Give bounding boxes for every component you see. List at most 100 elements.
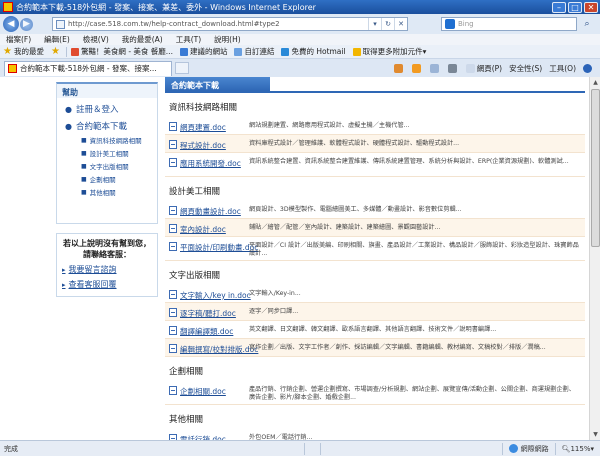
doc-file-name[interactable]: 程式設計.doc [180,140,226,151]
menu-favorites[interactable]: 我的最愛(A) [122,34,163,45]
word-doc-icon [169,290,177,299]
contract-row: 編輯撰寫/校對排版.doc 寫作企劃／出版、文字工作者／創作、採訪編輯／文字編輯、… [165,339,585,357]
mail-button[interactable] [429,63,441,73]
search-box[interactable]: Bing [441,17,577,31]
help-button[interactable] [583,63,594,73]
doc-description: 資訊系統整合建置、資訊系統整合建置維護、傳訊系統建置管理、系統分析與設計、ERP… [249,158,569,165]
mail-icon [429,63,439,73]
doc-description: 外包OEM／電話行銷... [249,434,313,440]
print-button[interactable] [447,63,459,73]
contract-row: 企劃相關.doc 產品行銷、行銷企劃、營運企劃撰寫、市場調查/分析規劃、網站企劃、… [165,381,585,405]
doc-download-link[interactable]: 文字輸入/key in.doc [165,285,251,301]
favorites-button[interactable]: ★ 我的最愛 [3,46,44,57]
feeds-button[interactable] [411,63,423,73]
arrow-icon: ▸ [62,280,66,289]
doc-description: 寫作企劃／出版、文字工作者／創作、採訪編輯／文字編輯、書籍編輯、教材編寫、文稿校… [249,344,546,351]
vertical-scrollbar[interactable]: ▲ ▼ [589,77,600,440]
doc-download-link[interactable]: 室內設計.doc [165,219,245,235]
status-text: 完成 [4,444,18,453]
bullet-icon: ● [65,104,72,114]
doc-file-name[interactable]: 文字輸入/key in.doc [180,290,251,301]
link-view-replies[interactable]: ▸ 查看客服回覆 [62,279,152,290]
doc-file-name[interactable]: 室內設計.doc [180,224,226,235]
word-doc-icon [169,326,177,335]
address-input[interactable]: http://case.518.com.tw/help-contract_dow… [68,20,368,28]
category-title: 設計美工相關 [169,187,221,197]
browser-tab[interactable]: 合約範本下載-518外包網 - 發案、接案... [4,60,172,76]
address-dropdown-icon[interactable]: ▾ [368,18,381,30]
menu-file[interactable]: 檔案(F) [6,34,31,45]
contract-row: 翻譯編譯類.doc 英文翻譯、日文翻譯、韓文翻譯、歐系語言翻譯、其他語言翻譯、技術… [165,321,585,339]
favorite-link-suggested[interactable]: 建議的網站 [179,46,227,57]
new-tab-button[interactable] [175,62,189,74]
doc-download-link[interactable]: 翻譯編譯類.doc [165,321,245,337]
favorite-link-food[interactable]: 驚豔！美食網 - 美食 餐廳... [70,46,173,57]
doc-download-link[interactable]: 逐字稿/聽打.doc [165,303,245,319]
menu-tools[interactable]: 工具(T) [176,34,201,45]
word-doc-icon [169,242,177,251]
scroll-down-icon[interactable]: ▼ [591,430,600,439]
word-doc-icon [169,386,177,395]
link-register-login[interactable]: ● 註冊＆登入 [65,103,157,116]
doc-file-name[interactable]: 企劃相關.doc [180,386,226,397]
doc-file-name[interactable]: 網頁建置.doc [180,122,226,133]
bullet-icon: ■ [81,175,87,183]
help-menu-header: 幫助 [57,84,157,98]
doc-description: 逐字／同步口譯... [249,308,299,315]
search-icon[interactable]: ⌕ [580,18,594,30]
home-button[interactable] [393,63,405,73]
tools-menu[interactable]: 工具(O) [549,63,576,74]
back-button[interactable]: ◀ [3,16,19,32]
sub-link-design[interactable]: ■ 設計美工相關 [81,148,157,159]
menu-edit[interactable]: 編輯(E) [44,34,70,45]
doc-description: 網頁設計、3D模型製作、電腦繪圖美工、多媒體／動畫設計、影音數位剪輯... [249,206,462,213]
add-favorite-icon[interactable]: ★ [51,46,60,57]
doc-file-name[interactable]: 翻譯編譯類.doc [180,326,233,337]
link-contract-download[interactable]: ● 合約範本下載 [65,120,157,133]
doc-download-link[interactable]: 程式設計.doc [165,135,245,151]
suggested-sites-icon [179,47,188,56]
scroll-up-icon[interactable]: ▲ [591,78,600,87]
address-bar[interactable]: http://case.518.com.tw/help-contract_dow… [52,17,408,31]
doc-download-link[interactable]: 平面設計/印刷動畫.doc [165,237,258,253]
zoom-control[interactable]: 🔍︎ 115% ▾ [554,442,600,455]
favorites-bar: ★ 我的最愛 ★ 驚豔！美食網 - 美食 餐廳... 建議的網站 自訂連結 免費… [0,45,600,59]
doc-download-link[interactable]: 編輯撰寫/校對排版.doc [165,339,258,355]
doc-download-link[interactable]: 應用系統開發.doc [165,153,245,169]
contract-row: 室內設計.doc 鋪貼／繪管／配管／室內設計、建築設計、建築繪圖、景觀園藝設計..… [165,219,585,237]
scroll-thumb[interactable] [591,89,600,247]
sub-link-other[interactable]: ■ 其他相關 [81,187,157,198]
contract-row: 程式設計.doc 資料庫程式設計／管理維護、軟體程式設計、硬體程式設計、驅動程式設… [165,135,585,153]
menu-view[interactable]: 檢視(V) [83,34,109,45]
bullet-icon: ■ [81,136,87,144]
doc-download-link[interactable]: 電話行銷.doc [165,429,245,440]
menu-help[interactable]: 說明(H) [214,34,241,45]
stop-icon[interactable]: ✕ [394,18,407,30]
sub-link-writing[interactable]: ■ 文字出版相關 [81,161,157,172]
refresh-icon[interactable]: ↻ [381,18,394,30]
favorite-link-custom[interactable]: 自訂連結 [234,46,274,57]
doc-download-link[interactable]: 網頁動畫設計.doc [165,201,245,217]
sub-link-it[interactable]: ■ 資訊科技網路相關 [81,135,157,146]
search-input[interactable]: Bing [458,20,474,28]
contract-row: 逐字稿/聽打.doc 逐字／同步口譯... [165,303,585,321]
page-menu[interactable]: 網頁(P) [465,63,502,74]
doc-file-name[interactable]: 逐字稿/聽打.doc [180,308,236,319]
safety-menu[interactable]: 安全性(S) [509,63,542,74]
forward-button[interactable]: ▶ [20,17,33,31]
category-title: 文字出版相關 [169,271,221,281]
link-leave-message[interactable]: ▸ 我要留言諮詢 [62,264,152,275]
sub-link-planning[interactable]: ■ 企劃相關 [81,174,157,185]
favorite-link-addons[interactable]: 取得更多附加元件 ▾ [352,46,426,57]
doc-file-name[interactable]: 應用系統開發.doc [180,158,241,169]
maximize-button[interactable]: □ [568,1,582,13]
doc-download-link[interactable]: 網頁建置.doc [165,117,245,133]
close-button[interactable]: ✕ [584,1,598,13]
word-doc-icon [169,308,177,317]
doc-download-link[interactable]: 企劃相關.doc [165,381,245,397]
minimize-button[interactable]: – [552,1,566,13]
help-menu-box: 幫助 ● 註冊＆登入 ● 合約範本下載 ■ 資訊科技網路相關 ■ 設計美工相關 ■ 文字出… [56,82,158,224]
favorite-link-hotmail[interactable]: 免費的 Hotmail [281,46,346,57]
security-zone[interactable]: 網際網路 [501,442,555,455]
doc-file-name[interactable]: 網頁動畫設計.doc [180,206,241,217]
